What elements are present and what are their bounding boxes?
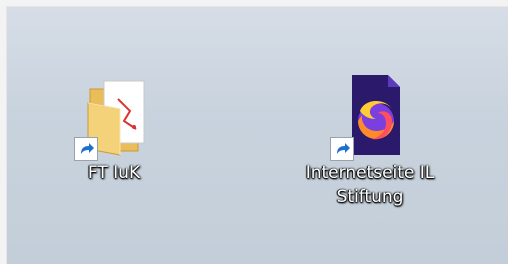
desktop-icon-internetseite-il-stiftung[interactable]: Internetseite IL Stiftung (275, 69, 465, 209)
icon-label: FT IuK (88, 161, 140, 185)
icon-label: Internetseite IL Stiftung (306, 161, 435, 209)
firefox-document-icon (330, 69, 410, 161)
shortcut-arrow-icon (330, 137, 354, 161)
desktop-area: FT IuK Internetseite IL Stiftung (6, 6, 508, 264)
icon-label-line: Stiftung (336, 187, 404, 207)
icon-label-line: Internetseite IL (305, 163, 435, 183)
folder-icon (74, 69, 154, 161)
icon-label-line: FT IuK (87, 163, 141, 183)
desktop-icon-ft-iuk[interactable]: FT IuK (59, 69, 169, 185)
shortcut-arrow-icon (74, 137, 98, 161)
